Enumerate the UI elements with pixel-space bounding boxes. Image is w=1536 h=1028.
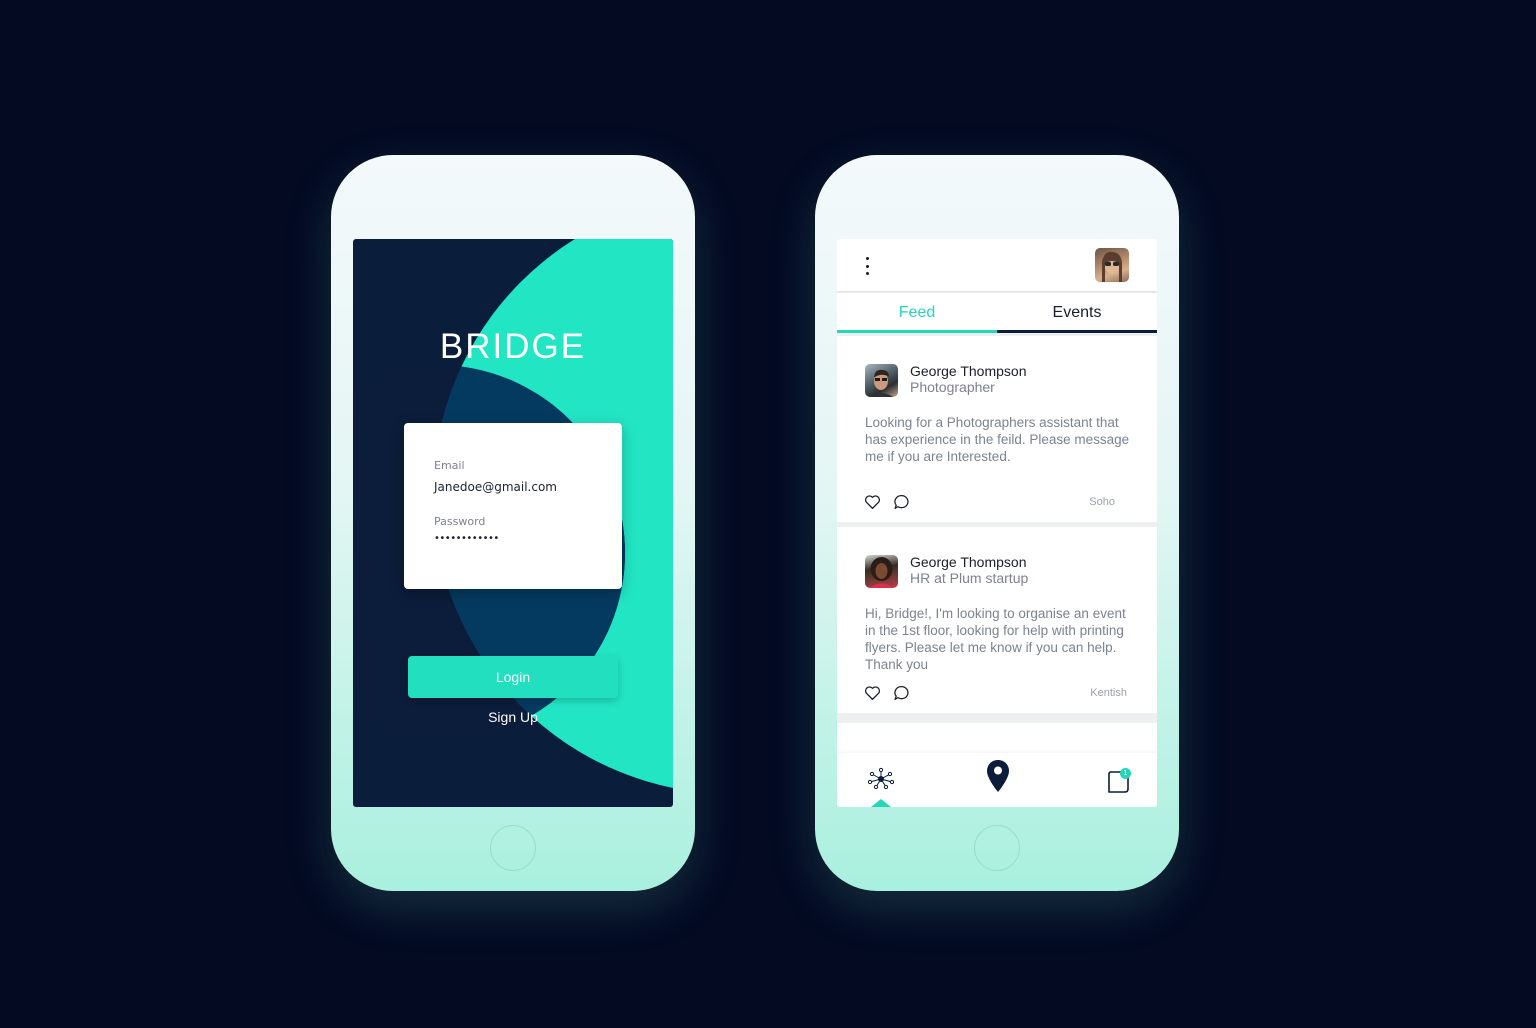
feed-post[interactable] bbox=[837, 723, 1157, 753]
top-bar bbox=[837, 239, 1157, 291]
kebab-menu-icon[interactable] bbox=[865, 257, 869, 275]
email-label: Email bbox=[434, 459, 465, 472]
heart-icon[interactable] bbox=[864, 494, 881, 510]
post-author-role: Photographer bbox=[910, 379, 995, 395]
home-button[interactable] bbox=[974, 825, 1020, 871]
post-body: Looking for a Photographers assistant th… bbox=[865, 415, 1130, 464]
feed-post[interactable]: George Thompson Photographer Looking for… bbox=[837, 336, 1157, 522]
tab-feed[interactable]: Feed bbox=[837, 293, 997, 333]
network-icon[interactable] bbox=[867, 767, 895, 795]
post-location: Kentish bbox=[1090, 687, 1127, 699]
post-location: Soho bbox=[1089, 496, 1115, 508]
map-pin-icon[interactable] bbox=[986, 759, 1010, 797]
tab-events[interactable]: Events bbox=[997, 293, 1157, 333]
post-author-name: George Thompson bbox=[910, 363, 1027, 379]
notification-badge: 1 bbox=[1120, 768, 1131, 779]
post-avatar[interactable] bbox=[865, 364, 898, 397]
active-nav-indicator bbox=[871, 799, 891, 807]
password-label: Password bbox=[434, 515, 486, 528]
post-body: Hi, Bridge!, I'm looking to organise an … bbox=[865, 606, 1126, 672]
heart-icon[interactable] bbox=[864, 685, 881, 701]
phone-login: BRIDGE Email Janedoe@gmail.com Password … bbox=[331, 155, 695, 891]
signup-link[interactable]: Sign Up bbox=[353, 709, 673, 725]
post-avatar[interactable] bbox=[865, 555, 898, 588]
email-field[interactable]: Janedoe@gmail.com bbox=[434, 480, 557, 494]
post-author-name: George Thompson bbox=[910, 554, 1027, 570]
phone-feed: Feed Events George Thompson Photographer… bbox=[815, 155, 1179, 891]
login-button[interactable]: Login bbox=[408, 656, 618, 698]
comment-icon[interactable] bbox=[893, 494, 910, 510]
post-actions bbox=[864, 685, 910, 701]
user-avatar[interactable] bbox=[1095, 248, 1129, 282]
home-button[interactable] bbox=[490, 825, 536, 871]
feed-screen: Feed Events George Thompson Photographer… bbox=[837, 239, 1157, 807]
comment-icon[interactable] bbox=[893, 685, 910, 701]
brand-title: BRIDGE bbox=[439, 327, 587, 366]
post-actions bbox=[864, 494, 910, 510]
login-form-card: Email Janedoe@gmail.com Password •••••••… bbox=[404, 423, 622, 589]
bottom-nav: 1 bbox=[837, 753, 1157, 807]
post-author-role: HR at Plum startup bbox=[910, 570, 1029, 586]
feed-tabs: Feed Events bbox=[837, 293, 1157, 333]
feed-post[interactable]: George Thompson HR at Plum startup Hi, B… bbox=[837, 527, 1157, 713]
password-field[interactable]: •••••••••••• bbox=[434, 533, 499, 544]
login-screen: BRIDGE Email Janedoe@gmail.com Password … bbox=[353, 239, 673, 807]
